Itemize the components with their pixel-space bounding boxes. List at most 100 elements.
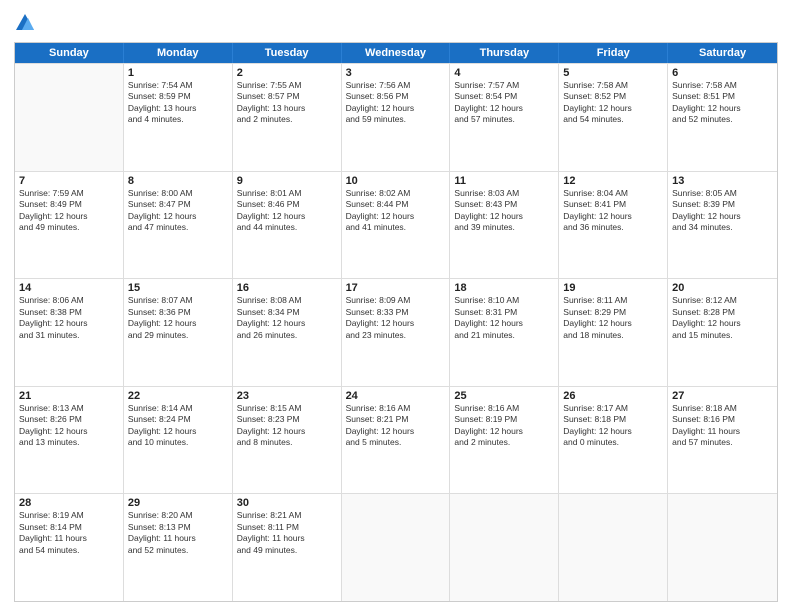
calendar-cell-25: 25Sunrise: 8:16 AM Sunset: 8:19 PM Dayli… <box>450 387 559 494</box>
day-number: 23 <box>237 390 337 402</box>
cell-info: Sunrise: 8:10 AM Sunset: 8:31 PM Dayligh… <box>454 295 554 341</box>
day-number: 16 <box>237 282 337 294</box>
cell-info: Sunrise: 8:12 AM Sunset: 8:28 PM Dayligh… <box>672 295 773 341</box>
weekday-header-friday: Friday <box>559 43 668 63</box>
weekday-header-monday: Monday <box>124 43 233 63</box>
cell-info: Sunrise: 7:57 AM Sunset: 8:54 PM Dayligh… <box>454 80 554 126</box>
calendar-cell-19: 19Sunrise: 8:11 AM Sunset: 8:29 PM Dayli… <box>559 279 668 386</box>
page: SundayMondayTuesdayWednesdayThursdayFrid… <box>0 0 792 612</box>
header <box>14 12 778 34</box>
calendar-cell-14: 14Sunrise: 8:06 AM Sunset: 8:38 PM Dayli… <box>15 279 124 386</box>
day-number: 26 <box>563 390 663 402</box>
calendar-row-3: 21Sunrise: 8:13 AM Sunset: 8:26 PM Dayli… <box>15 386 777 494</box>
calendar-cell-8: 8Sunrise: 8:00 AM Sunset: 8:47 PM Daylig… <box>124 172 233 279</box>
calendar-cell-22: 22Sunrise: 8:14 AM Sunset: 8:24 PM Dayli… <box>124 387 233 494</box>
cell-info: Sunrise: 8:17 AM Sunset: 8:18 PM Dayligh… <box>563 403 663 449</box>
calendar-cell-23: 23Sunrise: 8:15 AM Sunset: 8:23 PM Dayli… <box>233 387 342 494</box>
cell-info: Sunrise: 8:02 AM Sunset: 8:44 PM Dayligh… <box>346 188 446 234</box>
weekday-header-saturday: Saturday <box>668 43 777 63</box>
calendar-cell-28: 28Sunrise: 8:19 AM Sunset: 8:14 PM Dayli… <box>15 494 124 601</box>
day-number: 8 <box>128 175 228 187</box>
day-number: 7 <box>19 175 119 187</box>
cell-info: Sunrise: 8:16 AM Sunset: 8:19 PM Dayligh… <box>454 403 554 449</box>
cell-info: Sunrise: 7:55 AM Sunset: 8:57 PM Dayligh… <box>237 80 337 126</box>
cell-info: Sunrise: 8:07 AM Sunset: 8:36 PM Dayligh… <box>128 295 228 341</box>
day-number: 21 <box>19 390 119 402</box>
day-number: 27 <box>672 390 773 402</box>
calendar-cell-11: 11Sunrise: 8:03 AM Sunset: 8:43 PM Dayli… <box>450 172 559 279</box>
day-number: 10 <box>346 175 446 187</box>
calendar-cell-empty <box>450 494 559 601</box>
weekday-header-tuesday: Tuesday <box>233 43 342 63</box>
calendar-cell-26: 26Sunrise: 8:17 AM Sunset: 8:18 PM Dayli… <box>559 387 668 494</box>
cell-info: Sunrise: 7:54 AM Sunset: 8:59 PM Dayligh… <box>128 80 228 126</box>
day-number: 25 <box>454 390 554 402</box>
logo-icon <box>14 12 36 34</box>
cell-info: Sunrise: 8:19 AM Sunset: 8:14 PM Dayligh… <box>19 510 119 556</box>
cell-info: Sunrise: 8:04 AM Sunset: 8:41 PM Dayligh… <box>563 188 663 234</box>
cell-info: Sunrise: 7:58 AM Sunset: 8:52 PM Dayligh… <box>563 80 663 126</box>
calendar-cell-4: 4Sunrise: 7:57 AM Sunset: 8:54 PM Daylig… <box>450 64 559 171</box>
day-number: 4 <box>454 67 554 79</box>
calendar-row-0: 1Sunrise: 7:54 AM Sunset: 8:59 PM Daylig… <box>15 63 777 171</box>
day-number: 22 <box>128 390 228 402</box>
calendar-cell-18: 18Sunrise: 8:10 AM Sunset: 8:31 PM Dayli… <box>450 279 559 386</box>
calendar-cell-6: 6Sunrise: 7:58 AM Sunset: 8:51 PM Daylig… <box>668 64 777 171</box>
day-number: 17 <box>346 282 446 294</box>
cell-info: Sunrise: 7:56 AM Sunset: 8:56 PM Dayligh… <box>346 80 446 126</box>
cell-info: Sunrise: 8:09 AM Sunset: 8:33 PM Dayligh… <box>346 295 446 341</box>
calendar-cell-2: 2Sunrise: 7:55 AM Sunset: 8:57 PM Daylig… <box>233 64 342 171</box>
calendar-cell-24: 24Sunrise: 8:16 AM Sunset: 8:21 PM Dayli… <box>342 387 451 494</box>
calendar-row-2: 14Sunrise: 8:06 AM Sunset: 8:38 PM Dayli… <box>15 278 777 386</box>
logo <box>14 12 40 34</box>
day-number: 30 <box>237 497 337 509</box>
calendar-cell-29: 29Sunrise: 8:20 AM Sunset: 8:13 PM Dayli… <box>124 494 233 601</box>
day-number: 19 <box>563 282 663 294</box>
day-number: 1 <box>128 67 228 79</box>
cell-info: Sunrise: 8:06 AM Sunset: 8:38 PM Dayligh… <box>19 295 119 341</box>
calendar-cell-15: 15Sunrise: 8:07 AM Sunset: 8:36 PM Dayli… <box>124 279 233 386</box>
day-number: 3 <box>346 67 446 79</box>
cell-info: Sunrise: 8:16 AM Sunset: 8:21 PM Dayligh… <box>346 403 446 449</box>
calendar-cell-3: 3Sunrise: 7:56 AM Sunset: 8:56 PM Daylig… <box>342 64 451 171</box>
calendar-cell-27: 27Sunrise: 8:18 AM Sunset: 8:16 PM Dayli… <box>668 387 777 494</box>
calendar-cell-13: 13Sunrise: 8:05 AM Sunset: 8:39 PM Dayli… <box>668 172 777 279</box>
calendar-cell-1: 1Sunrise: 7:54 AM Sunset: 8:59 PM Daylig… <box>124 64 233 171</box>
weekday-header-thursday: Thursday <box>450 43 559 63</box>
calendar-cell-empty <box>559 494 668 601</box>
day-number: 15 <box>128 282 228 294</box>
weekday-header-wednesday: Wednesday <box>342 43 451 63</box>
calendar-row-4: 28Sunrise: 8:19 AM Sunset: 8:14 PM Dayli… <box>15 493 777 601</box>
calendar-cell-empty <box>342 494 451 601</box>
day-number: 12 <box>563 175 663 187</box>
calendar-cell-20: 20Sunrise: 8:12 AM Sunset: 8:28 PM Dayli… <box>668 279 777 386</box>
calendar-cell-5: 5Sunrise: 7:58 AM Sunset: 8:52 PM Daylig… <box>559 64 668 171</box>
cell-info: Sunrise: 8:15 AM Sunset: 8:23 PM Dayligh… <box>237 403 337 449</box>
day-number: 11 <box>454 175 554 187</box>
calendar-cell-12: 12Sunrise: 8:04 AM Sunset: 8:41 PM Dayli… <box>559 172 668 279</box>
day-number: 2 <box>237 67 337 79</box>
cell-info: Sunrise: 8:21 AM Sunset: 8:11 PM Dayligh… <box>237 510 337 556</box>
cell-info: Sunrise: 8:00 AM Sunset: 8:47 PM Dayligh… <box>128 188 228 234</box>
day-number: 13 <box>672 175 773 187</box>
cell-info: Sunrise: 8:18 AM Sunset: 8:16 PM Dayligh… <box>672 403 773 449</box>
calendar-cell-10: 10Sunrise: 8:02 AM Sunset: 8:44 PM Dayli… <box>342 172 451 279</box>
day-number: 14 <box>19 282 119 294</box>
day-number: 20 <box>672 282 773 294</box>
day-number: 6 <box>672 67 773 79</box>
cell-info: Sunrise: 8:05 AM Sunset: 8:39 PM Dayligh… <box>672 188 773 234</box>
calendar-cell-21: 21Sunrise: 8:13 AM Sunset: 8:26 PM Dayli… <box>15 387 124 494</box>
calendar: SundayMondayTuesdayWednesdayThursdayFrid… <box>14 42 778 602</box>
cell-info: Sunrise: 7:59 AM Sunset: 8:49 PM Dayligh… <box>19 188 119 234</box>
cell-info: Sunrise: 8:14 AM Sunset: 8:24 PM Dayligh… <box>128 403 228 449</box>
cell-info: Sunrise: 8:11 AM Sunset: 8:29 PM Dayligh… <box>563 295 663 341</box>
calendar-row-1: 7Sunrise: 7:59 AM Sunset: 8:49 PM Daylig… <box>15 171 777 279</box>
weekday-header-sunday: Sunday <box>15 43 124 63</box>
day-number: 28 <box>19 497 119 509</box>
day-number: 5 <box>563 67 663 79</box>
cell-info: Sunrise: 8:08 AM Sunset: 8:34 PM Dayligh… <box>237 295 337 341</box>
calendar-cell-7: 7Sunrise: 7:59 AM Sunset: 8:49 PM Daylig… <box>15 172 124 279</box>
day-number: 9 <box>237 175 337 187</box>
calendar-cell-30: 30Sunrise: 8:21 AM Sunset: 8:11 PM Dayli… <box>233 494 342 601</box>
calendar-cell-17: 17Sunrise: 8:09 AM Sunset: 8:33 PM Dayli… <box>342 279 451 386</box>
